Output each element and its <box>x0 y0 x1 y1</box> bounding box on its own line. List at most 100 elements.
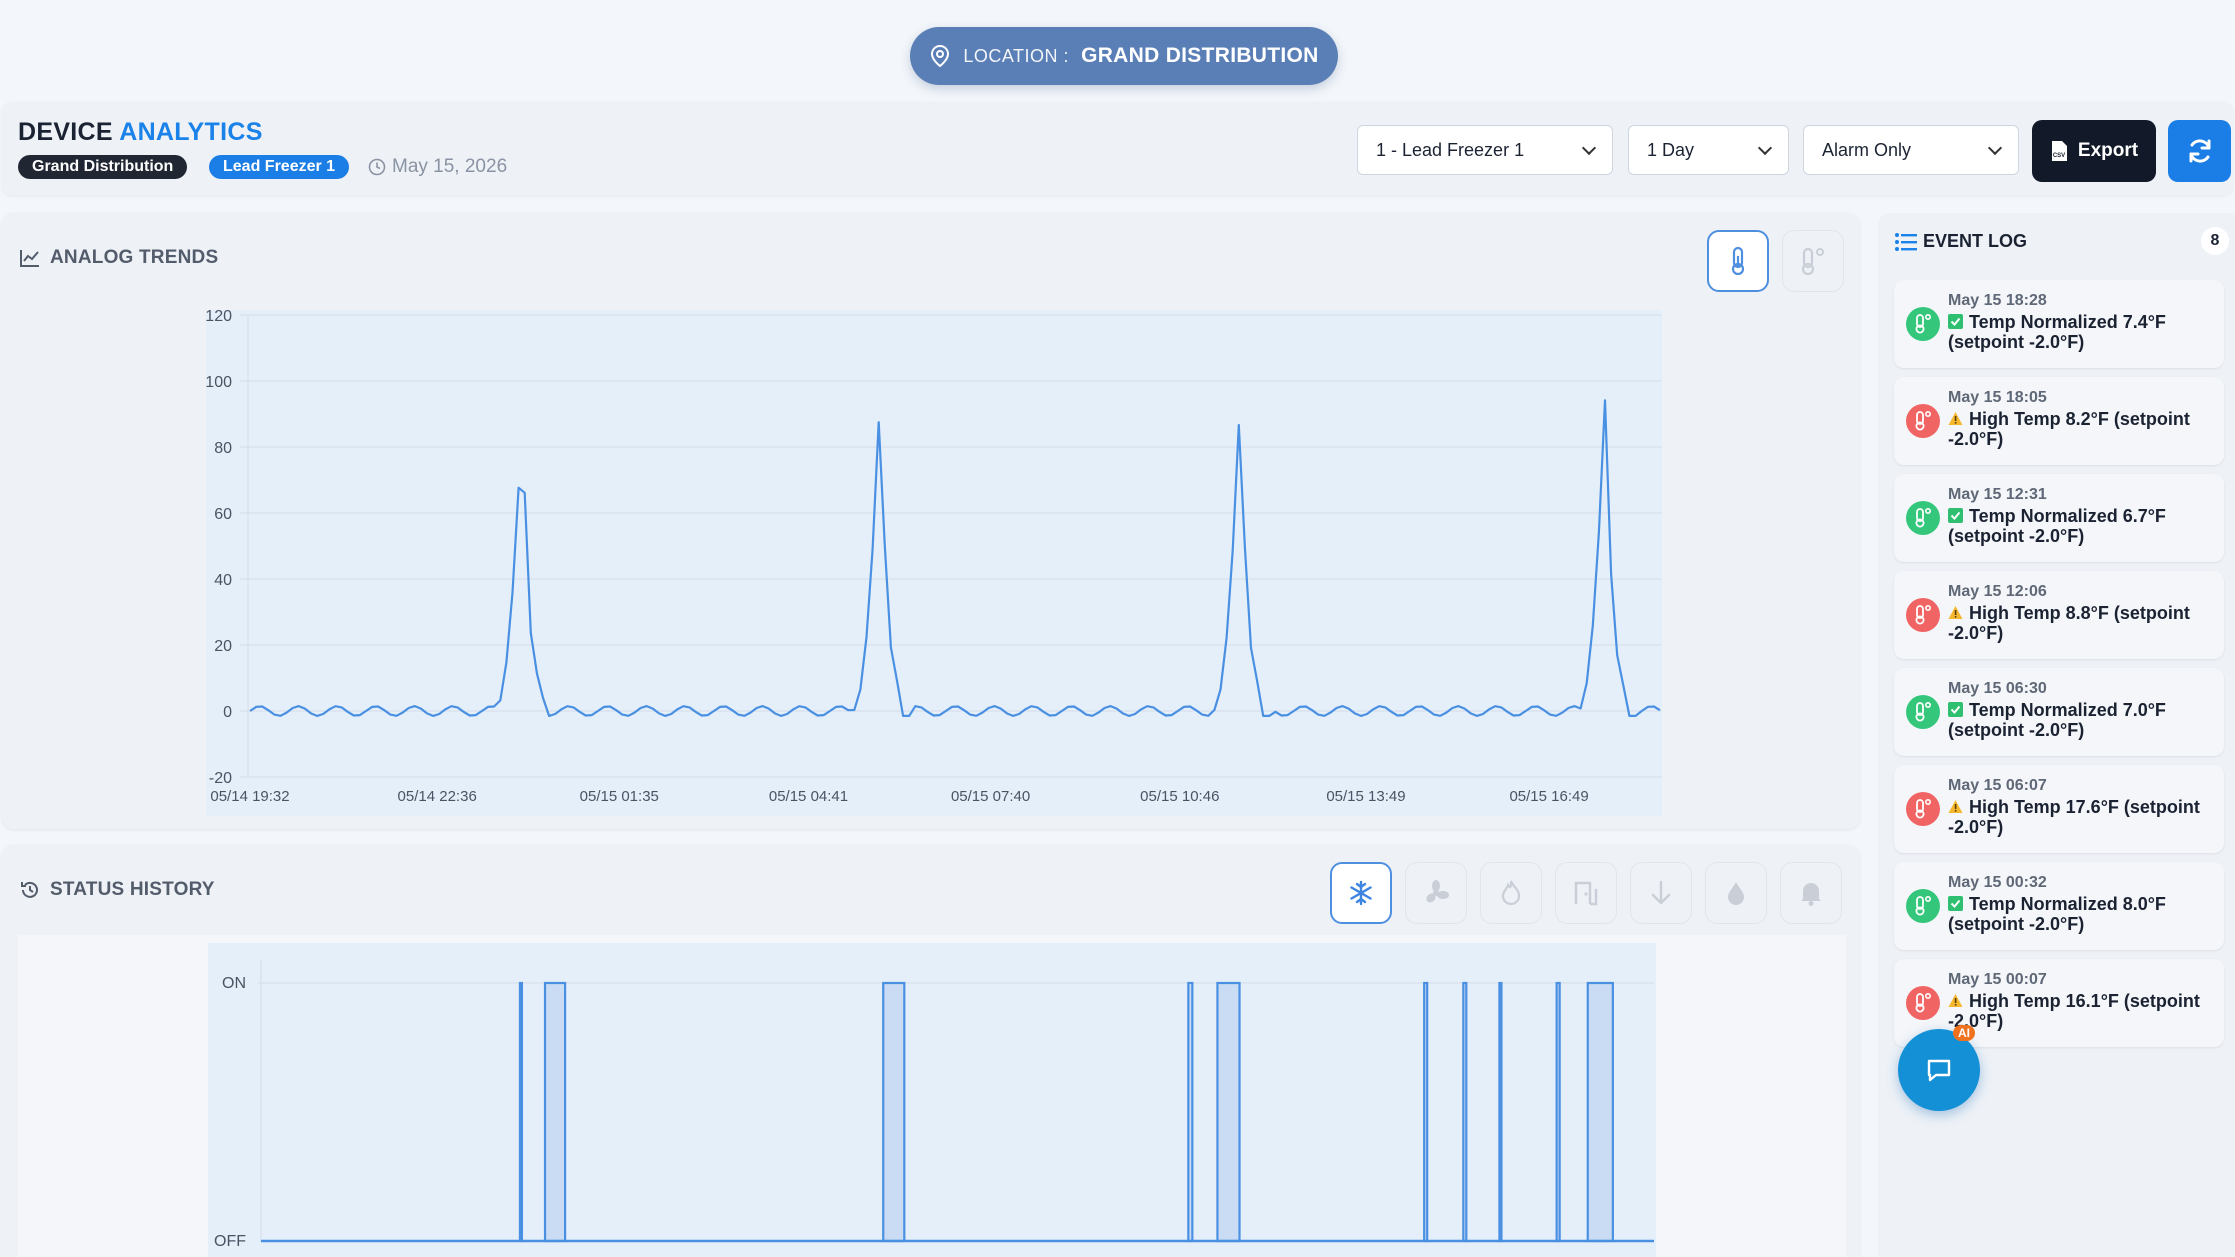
filter-select[interactable]: Alarm Only <box>1803 125 2019 175</box>
filter-select-value: Alarm Only <box>1822 139 1912 160</box>
location-pill[interactable]: LOCATION : GRAND DISTRIBUTION <box>910 27 1338 85</box>
event-message-text: Temp Normalized 7.4°F (setpoint -2.0°F) <box>1948 312 2166 352</box>
status-history-card: STATUS HISTORY ON OFF <box>2 845 1860 1257</box>
check-square-icon <box>1948 701 1963 717</box>
event-message: Temp Normalized 6.7°F (setpoint -2.0°F) <box>1948 506 2218 546</box>
device-badge: Lead Freezer 1 <box>209 155 350 179</box>
event-item[interactable]: May 15 18:28 Temp Normalized 7.4°F (setpo… <box>1894 280 2224 368</box>
event-message-text: Temp Normalized 7.0°F (setpoint -2.0°F) <box>1948 700 2166 740</box>
csv-file-icon: CSV <box>2051 141 2067 161</box>
thermometer-icon <box>1906 792 1940 826</box>
status-on-bar <box>1586 981 1614 1243</box>
thermometer-icon <box>1906 695 1940 729</box>
check-square-icon <box>1948 313 1963 329</box>
analog-y-tick-label: 20 <box>214 638 232 655</box>
event-message: Temp Normalized 7.0°F (setpoint -2.0°F) <box>1948 700 2218 740</box>
location-label: LOCATION : <box>963 45 1070 66</box>
export-button[interactable]: CSV Export <box>2032 120 2156 182</box>
status-plot-area <box>208 943 1656 1257</box>
thermometer-icon <box>1906 307 1940 341</box>
analog-x-tick-label: 05/15 10:46 <box>1140 788 1219 805</box>
event-message: High Temp 17.6°F (setpoint -2.0°F) <box>1948 797 2218 837</box>
status-on-bar <box>1462 981 1468 1243</box>
event-time: May 15 06:30 <box>1948 680 2047 697</box>
thermometer-icon <box>1906 889 1940 923</box>
list-icon <box>1895 232 1917 251</box>
analog-y-tick-label: 40 <box>214 572 232 589</box>
device-select[interactable]: 1 - Lead Freezer 1 <box>1357 125 1613 175</box>
site-badge: Grand Distribution <box>18 155 188 179</box>
event-time: May 15 00:07 <box>1948 971 2047 988</box>
refresh-icon <box>2189 139 2210 163</box>
event-item[interactable]: May 15 12:31 Temp Normalized 6.7°F (setpo… <box>1894 474 2224 562</box>
analog-x-tick-label: 05/15 16:49 <box>1509 788 1588 805</box>
event-item[interactable]: May 15 06:07 High Temp 17.6°F (setpoint -… <box>1894 765 2224 853</box>
thermometer-icon <box>1906 986 1940 1020</box>
event-message-text: High Temp 17.6°F (setpoint -2.0°F) <box>1948 797 2200 837</box>
event-item[interactable]: May 15 06:30 Temp Normalized 7.0°F (setpo… <box>1894 668 2224 756</box>
check-square-icon <box>1948 895 1963 911</box>
status-on-bar <box>1555 981 1561 1243</box>
date-display: May 15, 2026 <box>368 155 507 179</box>
ai-chat-button[interactable] <box>1898 1029 1980 1111</box>
analog-x-tick-label: 05/15 07:40 <box>951 788 1030 805</box>
event-message: Temp Normalized 8.0°F (setpoint -2.0°F) <box>1948 894 2218 934</box>
chevron-down-icon <box>1987 140 2003 155</box>
analog-y-tick-label: 0 <box>223 704 232 721</box>
range-select-value: 1 Day <box>1647 139 1695 160</box>
status-on-bar <box>1423 981 1429 1243</box>
status-on-bar <box>882 981 906 1243</box>
chevron-down-icon <box>1581 140 1597 155</box>
analog-trends-chart: 120 100 80 60 40 20 0 -20 05/14 19:32 05/14 22:3… <box>205 308 1662 816</box>
analog-trends-card: ANALOG TRENDS 120 100 80 60 40 20 0 -20 05/14 1… <box>2 213 1860 829</box>
status-on-bar <box>1216 981 1241 1243</box>
event-item[interactable]: May 15 00:32 Temp Normalized 8.0°F (setpo… <box>1894 862 2224 950</box>
event-count-badge: 8 <box>2201 227 2229 255</box>
range-select[interactable]: 1 Day <box>1628 125 1789 175</box>
thermometer-icon <box>1906 598 1940 632</box>
chevron-down-icon <box>1757 140 1773 155</box>
event-time: May 15 00:32 <box>1948 874 2047 891</box>
warning-icon <box>1948 604 1963 619</box>
analog-y-tick-label: 100 <box>205 374 232 391</box>
map-pin-icon <box>931 44 950 68</box>
event-time: May 15 12:06 <box>1948 583 2047 600</box>
event-message-text: Temp Normalized 6.7°F (setpoint -2.0°F) <box>1948 506 2166 546</box>
analog-x-tick-label: 05/14 22:36 <box>398 788 477 805</box>
event-item[interactable]: May 15 18:05 High Temp 8.2°F (setpoint -2… <box>1894 377 2224 465</box>
csv-file-icon-text: CSV <box>2053 153 2065 159</box>
event-message-text: High Temp 8.2°F (setpoint -2.0°F) <box>1948 409 2190 449</box>
event-log-title: EVENT LOG <box>1895 231 2027 252</box>
analog-x-tick-label: 05/15 01:35 <box>580 788 659 805</box>
analog-y-tick-label: 80 <box>214 440 232 457</box>
title-part1: DEVICE <box>18 118 113 146</box>
event-message: High Temp 8.8°F (setpoint -2.0°F) <box>1948 603 2218 643</box>
event-message: High Temp 16.1°F (setpoint -2.0°F) <box>1948 991 2218 1031</box>
location-value: GRAND DISTRIBUTION <box>1081 44 1319 67</box>
status-on-bar <box>1498 981 1503 1243</box>
ai-badge: AI <box>1953 1025 1975 1041</box>
event-time: May 15 06:07 <box>1948 777 2047 794</box>
refresh-button[interactable] <box>2168 120 2231 182</box>
page-title: DEVICE ANALYTICS <box>18 118 263 147</box>
analog-y-tick-label: 120 <box>205 308 232 325</box>
event-message-text: Temp Normalized 8.0°F (setpoint -2.0°F) <box>1948 894 2166 934</box>
date-text: May 15, 2026 <box>392 156 508 177</box>
event-message-text: High Temp 16.1°F (setpoint -2.0°F) <box>1948 991 2200 1031</box>
analog-plot-area <box>206 310 1662 816</box>
event-message: High Temp 8.2°F (setpoint -2.0°F) <box>1948 409 2218 449</box>
clock-icon <box>368 158 386 176</box>
title-part2: ANALYTICS <box>119 118 263 146</box>
event-item[interactable]: May 15 12:06 High Temp 8.8°F (setpoint -2… <box>1894 571 2224 659</box>
status-on-bar <box>518 981 524 1243</box>
analog-x-tick-label: 05/15 13:49 <box>1326 788 1405 805</box>
analog-x-tick-label: 05/15 04:41 <box>769 788 848 805</box>
device-analytics-header: DEVICE ANALYTICS Grand Distribution Lead… <box>2 102 2233 195</box>
check-square-icon <box>1948 507 1963 523</box>
event-time: May 15 18:28 <box>1948 292 2047 309</box>
analog-y-tick-label: -20 <box>209 770 232 787</box>
warning-icon <box>1948 798 1963 813</box>
analog-x-tick-label: 05/14 19:32 <box>210 788 289 805</box>
device-select-value: 1 - Lead Freezer 1 <box>1376 139 1525 160</box>
event-time: May 15 12:31 <box>1948 486 2047 503</box>
